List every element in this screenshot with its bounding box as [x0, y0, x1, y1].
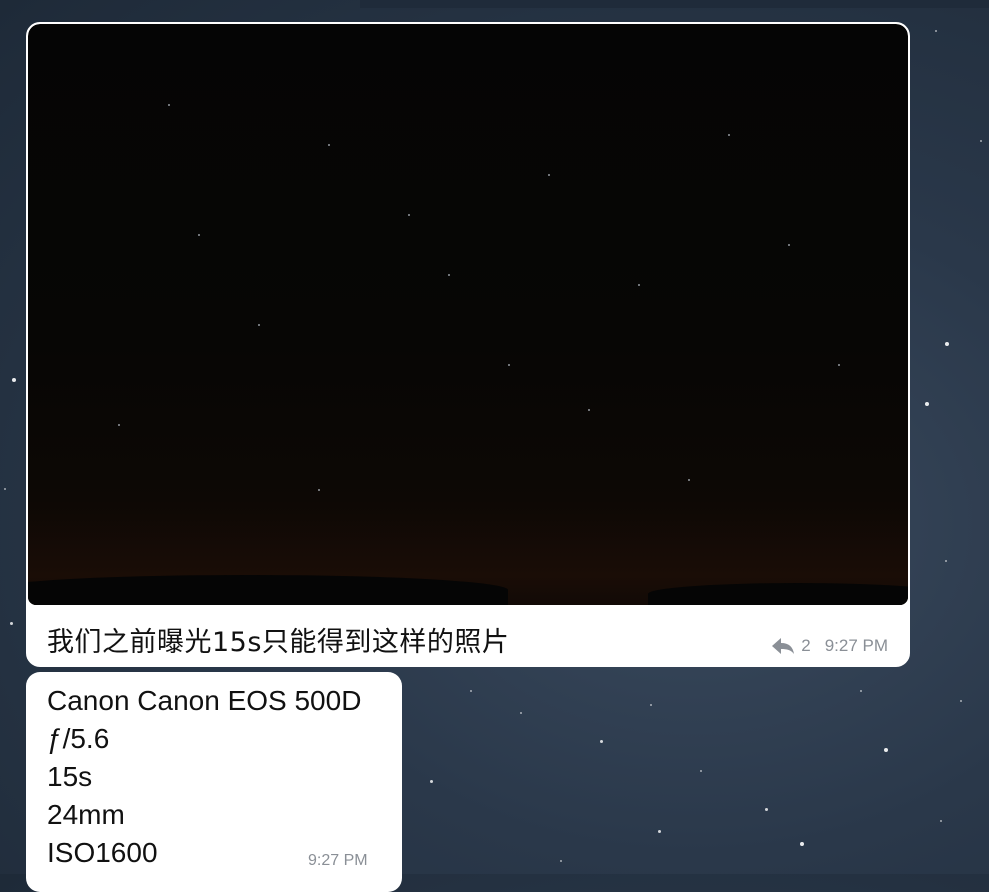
wallpaper-star: [430, 780, 433, 783]
photo-caption: 我们之前曝光15s只能得到这样的照片: [47, 627, 510, 658]
wallpaper-star: [945, 342, 949, 346]
photo-star: [688, 479, 690, 481]
exif-aperture: ƒ/5.6: [47, 723, 110, 754]
wallpaper-star: [10, 622, 13, 625]
reply-count[interactable]: 2: [801, 636, 810, 656]
photo-star: [198, 234, 200, 236]
photo-star: [638, 284, 640, 286]
wallpaper-star: [800, 842, 804, 846]
wallpaper-star: [884, 748, 888, 752]
exif-camera: Canon Canon EOS 500D: [47, 685, 362, 716]
wallpaper-star: [658, 830, 661, 833]
photo-hill-silhouette: [648, 583, 908, 605]
wallpaper-star: [560, 860, 562, 862]
exif-message-bubble[interactable]: Canon Canon EOS 500D ƒ/5.6 15s 24mm ISO1…: [26, 672, 402, 892]
message-meta: 2 9:27 PM: [771, 636, 888, 656]
wallpaper-star: [470, 690, 472, 692]
photo-star: [118, 424, 120, 426]
photo-hill-silhouette: [28, 575, 508, 605]
exif-text: Canon Canon EOS 500D ƒ/5.6 15s 24mm ISO1…: [47, 682, 361, 872]
photo-star: [328, 144, 330, 146]
reply-icon[interactable]: [771, 637, 795, 655]
wallpaper-star: [960, 700, 962, 702]
wallpaper-star: [935, 30, 937, 32]
wallpaper-star: [4, 488, 6, 490]
photo-star: [588, 409, 590, 411]
wallpaper-star: [940, 820, 942, 822]
photo-star: [548, 174, 550, 176]
wallpaper-star: [12, 378, 16, 382]
wallpaper-star: [700, 770, 702, 772]
wallpaper-star: [600, 740, 603, 743]
photo-star: [838, 364, 840, 366]
wallpaper-star: [980, 140, 982, 142]
photo-message-bubble[interactable]: 我们之前曝光15s只能得到这样的照片 2 9:27 PM: [26, 22, 910, 667]
exif-focal-length: 24mm: [47, 799, 125, 830]
photo-star: [408, 214, 410, 216]
message-time: 9:27 PM: [308, 852, 368, 869]
photo-star: [258, 324, 260, 326]
photo-star: [728, 134, 730, 136]
photo-star: [788, 244, 790, 246]
photo-star: [448, 274, 450, 276]
wallpaper-star: [650, 704, 652, 706]
wallpaper-star: [860, 690, 862, 692]
message-time: 9:27 PM: [824, 636, 888, 655]
wallpaper-star: [765, 808, 768, 811]
previous-message-edge: [360, 0, 989, 8]
wallpaper-star: [925, 402, 929, 406]
exif-exposure: 15s: [47, 761, 93, 792]
wallpaper-star: [945, 560, 947, 562]
night-sky-photo[interactable]: [28, 24, 908, 605]
photo-star: [318, 489, 320, 491]
photo-star: [168, 104, 170, 106]
photo-star: [508, 364, 510, 366]
wallpaper-star: [520, 712, 522, 714]
